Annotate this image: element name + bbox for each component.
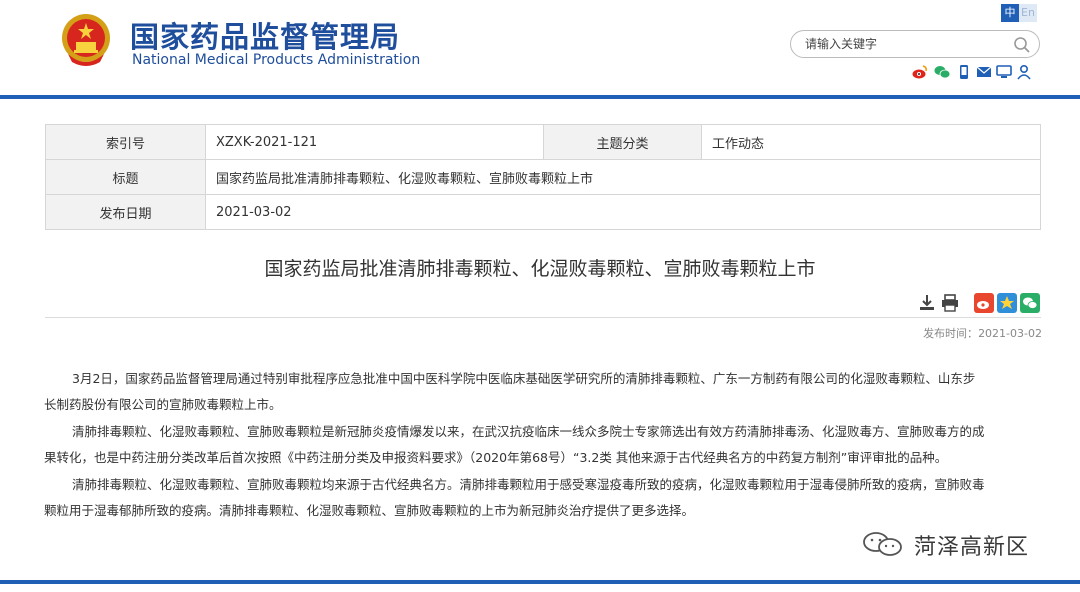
paragraph-line: 3月2日，国家药品监督管理局通过特别审批程序应急批准中国中医科学院中医临床基础医… [72, 371, 976, 386]
share-weibo-icon[interactable] [974, 293, 994, 313]
info-table: 索引号 XZXK-2021-121 主题分类 工作动态 标题 国家药监局批准清肺… [45, 124, 1041, 230]
share-wechat-icon[interactable] [1020, 293, 1040, 313]
site-title-cn[interactable]: 国家药品监督管理局 [130, 14, 400, 56]
date-label: 发布日期 [45, 194, 206, 230]
print-icon[interactable] [940, 293, 960, 313]
share-qzone-icon[interactable] [997, 293, 1017, 313]
publish-time-value: 2021-03-02 [978, 327, 1042, 340]
title-value: 国家药监局批准清肺排毒颗粒、化湿败毒颗粒、宣肺败毒颗粒上市 [205, 159, 1041, 195]
category-label: 主题分类 [543, 124, 702, 160]
article-paragraph: 清肺排毒颗粒、化湿败毒颗粒、宣肺败毒颗粒均来源于古代经典名方。清肺排毒颗粒用于感… [44, 472, 1042, 524]
search-input[interactable] [805, 35, 1005, 53]
paragraph-line: 颗粒用于湿毒郁肺所致的疫病。清肺排毒颗粒、化湿败毒颗粒、宣肺败毒颗粒的上市为新冠… [44, 503, 695, 518]
weibo-icon[interactable] [912, 64, 928, 80]
publish-time: 发布时间：2021-03-02 [923, 325, 1042, 341]
mobile-icon[interactable] [958, 64, 974, 80]
table-row: 发布日期 2021-03-02 [45, 194, 1041, 230]
publish-time-label: 发布时间： [923, 327, 979, 340]
search-icon[interactable] [1013, 36, 1031, 54]
paragraph-line: 果转化，也是中药注册分类改革后首次按照《中药注册分类及申报资料要求》（2020年… [44, 450, 948, 465]
watermark-text: 菏泽高新区 [914, 535, 1030, 560]
table-row: 索引号 XZXK-2021-121 主题分类 工作动态 [45, 124, 1041, 160]
message-icon[interactable] [996, 64, 1012, 80]
paragraph-line: 长制药股份有限公司的宣肺败毒颗粒上市。 [44, 397, 282, 412]
article-title: 国家药监局批准清肺排毒颗粒、化湿败毒颗粒、宣肺败毒颗粒上市 [264, 258, 816, 280]
wechat-watermark-icon [863, 532, 902, 556]
article-divider [45, 317, 1041, 318]
paragraph-line: 清肺排毒颗粒、化湿败毒颗粒、宣肺败毒颗粒是新冠肺炎疫情爆发以来，在武汉抗疫临床一… [72, 424, 985, 439]
header-divider [0, 95, 1080, 99]
footer-bar [0, 580, 1080, 584]
index-label: 索引号 [45, 124, 206, 160]
search-box [790, 30, 1040, 58]
mail-icon[interactable] [976, 64, 992, 80]
article-paragraph: 清肺排毒颗粒、化湿败毒颗粒、宣肺败毒颗粒是新冠肺炎疫情爆发以来，在武汉抗疫临床一… [44, 419, 1042, 471]
lang-en-button[interactable]: En [1019, 4, 1037, 22]
site-header: 国家药品监督管理局 National Medical Products Admi… [0, 0, 1080, 96]
table-row: 标题 国家药监局批准清肺排毒颗粒、化湿败毒颗粒、宣肺败毒颗粒上市 [45, 159, 1041, 195]
site-title-en[interactable]: National Medical Products Administration [132, 52, 420, 68]
user-icon[interactable] [1016, 64, 1032, 80]
wechat-icon[interactable] [934, 64, 951, 80]
download-icon[interactable] [918, 293, 938, 313]
date-value: 2021-03-02 [205, 194, 1041, 230]
article-paragraph: 3月2日，国家药品监督管理局通过特别审批程序应急批准中国中医科学院中医临床基础医… [44, 366, 1042, 418]
article-tools [918, 293, 1042, 313]
national-emblem-icon[interactable] [60, 10, 112, 70]
category-value: 工作动态 [701, 124, 1041, 160]
title-label: 标题 [45, 159, 206, 195]
lang-zh-button[interactable]: 中 [1001, 4, 1019, 22]
index-value: XZXK-2021-121 [205, 124, 544, 160]
paragraph-line: 清肺排毒颗粒、化湿败毒颗粒、宣肺败毒颗粒均来源于古代经典名方。清肺排毒颗粒用于感… [72, 477, 985, 492]
